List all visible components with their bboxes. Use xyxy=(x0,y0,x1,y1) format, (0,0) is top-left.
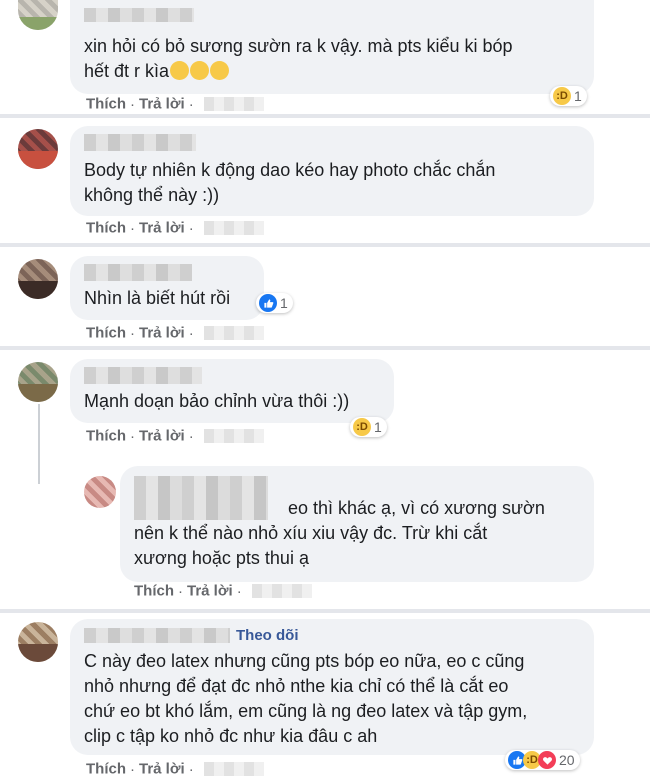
haha-icon: :D xyxy=(553,87,571,105)
comment-actions: Thích · Trả lời · xyxy=(86,324,264,342)
reaction-count: 1 xyxy=(374,419,382,435)
comment-text: nên k thể nào nhỏ xíu xiu vậy đc. Trừ kh… xyxy=(134,523,488,568)
love-icon xyxy=(538,751,556,769)
comment-bubble: eo thì khác ạ, vì có xương sườn nên k th… xyxy=(120,466,594,582)
rofl-emoji-icon xyxy=(210,61,230,80)
section-divider xyxy=(0,609,650,613)
timestamp-blurred[interactable] xyxy=(203,326,264,341)
like-link[interactable]: Thích xyxy=(86,428,126,445)
avatar[interactable] xyxy=(18,0,58,30)
like-link[interactable]: Thích xyxy=(86,325,126,342)
avatar[interactable] xyxy=(18,259,58,299)
section-divider xyxy=(0,243,650,247)
comment-actions: Thích · Trả lời · xyxy=(86,760,264,778)
commenter-name-blurred[interactable] xyxy=(84,367,202,385)
avatar[interactable] xyxy=(18,129,58,169)
reaction-summary[interactable]: :D 20 xyxy=(505,750,580,770)
avatar[interactable] xyxy=(18,622,58,662)
reaction-summary[interactable]: :D 1 xyxy=(550,86,587,106)
haha-icon: :D xyxy=(353,418,371,436)
section-divider xyxy=(0,114,650,118)
rofl-emoji-icon xyxy=(170,61,190,80)
comment-text: Nhìn là biết hút rồi xyxy=(84,288,231,308)
comment-text: xin hỏi có bỏ sương sườn ra k vậy. mà pt… xyxy=(84,36,513,81)
comment-text: Mạnh doạn bảo chỉnh vừa thôi :)) xyxy=(84,391,350,411)
timestamp-blurred[interactable] xyxy=(203,221,264,236)
comment-bubble: Nhìn là biết hút rồi xyxy=(70,256,264,320)
reaction-count: 20 xyxy=(559,752,575,768)
reply-link[interactable]: Trả lời xyxy=(139,761,185,778)
reaction-count: 1 xyxy=(574,88,582,104)
timestamp-blurred[interactable] xyxy=(251,584,312,599)
reaction-summary[interactable]: 1 xyxy=(256,293,293,313)
comment-bubble: Body tự nhiên k động dao kéo hay photo c… xyxy=(70,126,594,216)
reply-link[interactable]: Trả lời xyxy=(139,325,185,342)
avatar[interactable] xyxy=(18,362,58,402)
like-icon xyxy=(259,294,277,312)
rofl-emoji-icon xyxy=(190,61,210,80)
reaction-count: 1 xyxy=(280,295,288,311)
reply-link[interactable]: Trả lời xyxy=(139,220,185,237)
comment-bubble: Mạnh doạn bảo chỉnh vừa thôi :)) xyxy=(70,359,394,423)
comment-actions: Thích · Trả lời · xyxy=(134,582,312,600)
avatar[interactable] xyxy=(84,476,116,508)
comment-text: C này đeo latex nhưng cũng pts bóp eo nữ… xyxy=(84,651,528,746)
reply-link[interactable]: Trả lời xyxy=(139,96,185,113)
comment-bubble: Theo dõi C này đeo latex nhưng cũng pts … xyxy=(70,619,594,755)
section-divider xyxy=(0,346,650,350)
like-link[interactable]: Thích xyxy=(86,761,126,778)
comment-actions: Thích · Trả lời · xyxy=(86,219,264,237)
comment-text: Body tự nhiên k động dao kéo hay photo c… xyxy=(84,160,496,205)
comment-bubble: xin hỏi có bỏ sương sườn ra k vậy. mà pt… xyxy=(70,0,594,94)
commenter-name-blurred[interactable] xyxy=(84,264,192,282)
reply-link[interactable]: Trả lời xyxy=(187,583,233,600)
commenter-name-blurred[interactable] xyxy=(84,134,196,152)
like-link[interactable]: Thích xyxy=(134,583,174,600)
like-link[interactable]: Thích xyxy=(86,220,126,237)
commenter-name-blurred[interactable] xyxy=(134,476,268,520)
commenter-name-blurred[interactable] xyxy=(84,628,230,644)
follow-link[interactable]: Theo dõi xyxy=(236,627,299,644)
timestamp-blurred[interactable] xyxy=(203,429,264,444)
commenter-name-blurred[interactable] xyxy=(84,7,194,22)
timestamp-blurred[interactable] xyxy=(203,97,264,112)
reply-link[interactable]: Trả lời xyxy=(139,428,185,445)
comment-actions: Thích · Trả lời · xyxy=(86,95,264,113)
like-link[interactable]: Thích xyxy=(86,96,126,113)
comment-actions: Thích · Trả lời · xyxy=(86,427,264,445)
reply-thread-line xyxy=(38,404,40,484)
timestamp-blurred[interactable] xyxy=(203,762,264,777)
reaction-summary[interactable]: :D 1 xyxy=(350,417,387,437)
